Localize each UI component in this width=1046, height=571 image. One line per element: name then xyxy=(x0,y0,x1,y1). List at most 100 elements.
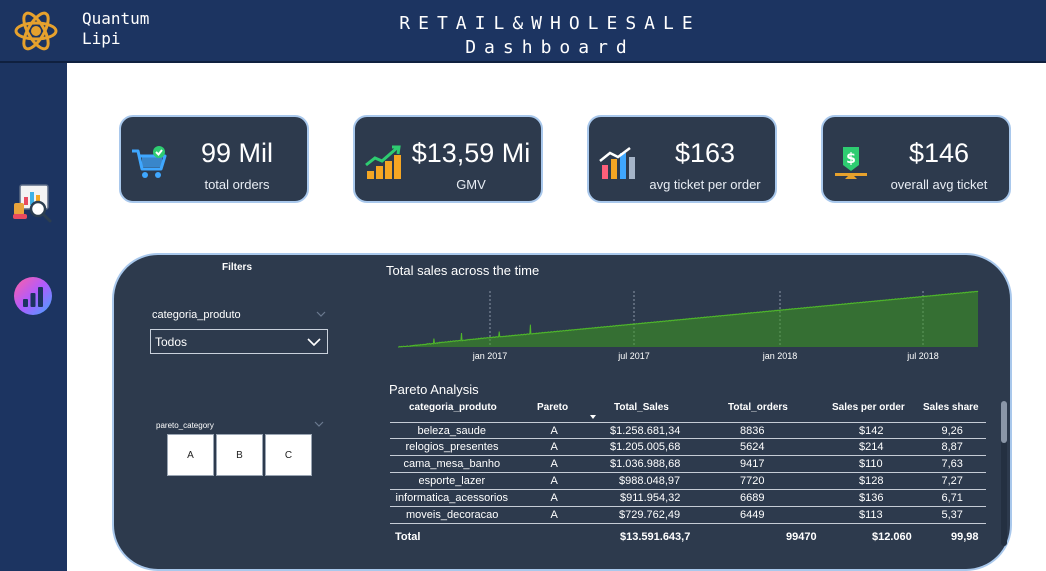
cell-sales-per-order: $142 xyxy=(859,425,884,437)
nav-rail xyxy=(0,63,67,571)
kpi-avg-ticket-per-order: $163 avg ticket per order xyxy=(587,115,777,203)
column-header[interactable]: Total_Sales xyxy=(614,402,669,413)
chevron-down-icon[interactable] xyxy=(314,421,324,427)
cell-sales-share: 7,63 xyxy=(941,458,963,470)
cell-sales-per-order: $214 xyxy=(859,441,884,453)
cell-pareto: A xyxy=(550,441,558,453)
cell-category: cama_mesa_banho xyxy=(403,458,501,470)
pareto-option-b[interactable]: B xyxy=(216,434,263,476)
cell-total-sales: $1.205.005,68 xyxy=(610,441,681,453)
pareto-option-a[interactable]: A xyxy=(167,434,214,476)
table-total-row: Total $13.591.643,7 99470 $12.060 99,98 xyxy=(390,529,986,546)
cell-total-orders: 6449 xyxy=(740,509,765,521)
cell-total-orders: 5624 xyxy=(740,441,765,453)
x-tick-label: jan 2017 xyxy=(472,351,508,361)
total-label: Total xyxy=(395,531,421,543)
cell-pareto: A xyxy=(550,458,558,470)
cell-sales-share: 8,87 xyxy=(941,441,963,453)
cell-sales-share: 5,37 xyxy=(941,509,963,521)
table-row[interactable]: beleza_saude A $1.258.681,34 8836 $142 9… xyxy=(390,422,986,439)
categoria-dropdown-value: Todos xyxy=(155,335,188,349)
sales-chart-title: Total sales across the time xyxy=(386,263,540,278)
column-header[interactable]: Sales share xyxy=(923,402,979,413)
cell-sales-per-order: $128 xyxy=(859,475,884,487)
table-scrollbar[interactable] xyxy=(1001,401,1007,546)
kpi-value: 99 Mil xyxy=(200,138,274,168)
cell-pareto: A xyxy=(550,492,558,504)
column-header[interactable]: Total_orders xyxy=(728,402,788,413)
cell-category: moveis_decoracao xyxy=(406,509,499,521)
cell-sales-per-order: $110 xyxy=(859,458,883,470)
cell-total-sales: $729.762,49 xyxy=(619,509,681,521)
kpi-gmv: $13,59 Mi GMV xyxy=(353,115,543,203)
header-bar: Quantum Lipi RETAIL&WHOLESALE Dashboard xyxy=(0,0,1046,63)
atom-logo-icon xyxy=(14,11,58,51)
cell-category: beleza_saude xyxy=(417,425,487,437)
table-row[interactable]: esporte_lazer A $988.048,97 7720 $128 7,… xyxy=(390,473,986,490)
kpi-label: overall avg ticket xyxy=(890,177,988,192)
bar-chart-icon xyxy=(599,147,635,179)
cell-category: informatica_acessorios xyxy=(395,492,509,504)
total-sales-share: 99,98 xyxy=(951,531,979,543)
total-sales-per-order: $12.060 xyxy=(872,531,912,543)
table-header-row: categoria_produto Pareto Total_Sales Tot… xyxy=(390,400,986,419)
dashboard-title: RETAIL&WHOLESALE Dashboard xyxy=(280,12,820,60)
kpi-label: avg ticket per order xyxy=(649,177,761,192)
cell-category: relogios_presentes xyxy=(405,441,499,453)
pareto-slicer-label: pareto_category xyxy=(156,421,214,430)
cell-sales-share: 9,26 xyxy=(941,425,963,437)
brand-name-line-2: Lipi xyxy=(82,29,121,48)
kpi-value: $146 xyxy=(908,138,970,168)
cell-pareto: A xyxy=(550,475,558,487)
cell-total-orders: 9417 xyxy=(740,458,765,470)
cell-pareto: A xyxy=(550,509,558,521)
sales-line-chart: jan 2017 jul 2017 jan 2018 jul 2018 xyxy=(398,290,979,361)
cell-total-orders: 7720 xyxy=(740,475,765,487)
money-growth-icon xyxy=(365,145,401,179)
svg-text:$: $ xyxy=(846,151,856,167)
x-tick-label: jan 2018 xyxy=(762,351,798,361)
brand-name: Quantum Lipi xyxy=(82,9,192,49)
table-row[interactable]: cama_mesa_banho A $1.036.988,68 9417 $11… xyxy=(390,456,986,473)
cell-total-orders: 8836 xyxy=(740,425,765,437)
x-tick-label: jul 2017 xyxy=(617,351,650,361)
cell-category: esporte_lazer xyxy=(418,475,486,487)
kpi-total-orders: 99 Mil total orders xyxy=(119,115,309,203)
kpi-label: GMV xyxy=(456,177,486,192)
cell-sales-per-order: $113 xyxy=(859,509,883,521)
brand-name-line-1: Quantum xyxy=(82,9,150,28)
pareto-option-c[interactable]: C xyxy=(265,434,312,476)
sort-descending-icon[interactable] xyxy=(590,415,596,419)
analytics-chart-icon[interactable] xyxy=(12,275,54,317)
cell-sales-share: 7,27 xyxy=(941,475,963,487)
column-header[interactable]: categoria_produto xyxy=(409,402,497,413)
table-row[interactable]: informatica_acessorios A $911.954,32 668… xyxy=(390,490,986,507)
table-row[interactable]: relogios_presentes A $1.205.005,68 5624 … xyxy=(390,439,986,456)
chevron-down-icon xyxy=(307,338,321,346)
pareto-table: categoria_produto Pareto Total_Sales Tot… xyxy=(390,400,988,550)
table-row[interactable]: moveis_decoracao A $729.762,49 6449 $113… xyxy=(390,507,986,524)
categoria-slicer-label: categoria_produto xyxy=(152,309,241,321)
total-sales: $13.591.643,7 xyxy=(620,531,691,543)
column-header[interactable]: Pareto xyxy=(537,402,568,413)
report-search-icon[interactable] xyxy=(12,181,54,223)
table-scroll-thumb[interactable] xyxy=(1001,401,1007,443)
cell-total-sales: $911.954,32 xyxy=(620,492,681,504)
column-header[interactable]: Sales per order xyxy=(832,402,905,413)
cell-total-orders: 6689 xyxy=(740,492,765,504)
pareto-title: Pareto Analysis xyxy=(389,382,479,397)
filters-title: Filters xyxy=(222,262,253,273)
cell-pareto: A xyxy=(550,425,558,437)
dashboard-title-line-2: Dashboard xyxy=(465,37,635,58)
kpi-value: $13,59 Mi xyxy=(411,138,531,168)
cell-total-sales: $1.258.681,34 xyxy=(610,425,681,437)
cell-sales-per-order: $136 xyxy=(859,492,884,504)
chevron-down-icon[interactable] xyxy=(316,311,326,317)
kpi-label: total orders xyxy=(204,177,270,192)
total-orders: 99470 xyxy=(786,531,817,543)
cell-sales-share: 6,71 xyxy=(941,492,963,504)
cell-total-sales: $988.048,97 xyxy=(619,475,681,487)
kpi-value: $163 xyxy=(674,138,736,168)
dashboard-title-line-1: RETAIL&WHOLESALE xyxy=(399,13,701,34)
categoria-dropdown[interactable]: Todos xyxy=(150,329,328,354)
